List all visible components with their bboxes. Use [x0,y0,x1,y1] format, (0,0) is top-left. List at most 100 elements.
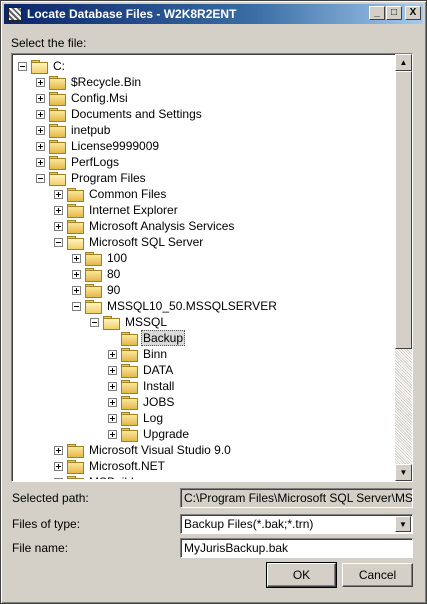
tree-node[interactable]: Internet Explorer [54,202,180,218]
expand-icon[interactable] [108,349,117,359]
file-name-label: File name: [12,541,69,555]
folder-icon [121,364,138,378]
tree-node[interactable]: DATA [108,362,175,378]
folder-icon [67,460,84,474]
files-of-type-value: Backup Files(*.bak;*.trn) [184,517,314,531]
folder-icon [121,396,138,410]
tree-node[interactable]: Log [108,410,165,426]
expand-icon[interactable] [108,365,117,375]
tree-node-label: DATA [143,363,174,377]
collapse-icon[interactable] [72,301,81,311]
tree-node-label: Program Files [71,171,146,185]
tree-node[interactable]: 80 [72,266,122,282]
folder-icon [49,108,66,122]
tree-node-label: PerfLogs [71,155,120,169]
expand-icon[interactable] [72,253,81,263]
expand-icon[interactable] [54,221,63,231]
selected-path-label: Selected path: [12,491,89,505]
tree-node[interactable]: Backup [108,330,186,346]
maximize-button[interactable]: □ [386,6,402,20]
tree-node-label: Internet Explorer [89,203,178,217]
tree-node-label: Binn [143,347,168,361]
tree-node[interactable]: Config.Msi [36,90,130,106]
expand-icon[interactable] [54,445,63,455]
cancel-button[interactable]: Cancel [342,563,413,587]
expand-icon[interactable] [36,157,45,167]
expand-icon[interactable] [108,381,117,391]
collapse-icon[interactable] [36,173,45,183]
collapse-icon[interactable] [54,237,63,247]
expand-icon[interactable] [36,141,45,151]
tree-node-label: Common Files [89,187,167,201]
tree-node[interactable]: Documents and Settings [36,106,204,122]
expand-icon[interactable] [36,93,45,103]
expand-icon[interactable] [72,269,81,279]
tree-node[interactable]: PerfLogs [36,154,121,170]
tree-node[interactable]: Microsoft.NET [54,458,167,474]
expand-icon[interactable] [54,477,63,479]
tree-node[interactable]: MSSQL [90,314,169,330]
tree-node[interactable]: JOBS [108,394,176,410]
files-of-type-select[interactable]: Backup Files(*.bak;*.trn) ▼ [180,514,413,534]
open-folder-icon [103,316,120,330]
collapse-icon[interactable] [18,61,27,71]
tree-node[interactable]: Microsoft Visual Studio 9.0 [54,442,233,458]
tree-node-label: MSSQL10_50.MSSQLSERVER [107,299,277,313]
tree-node[interactable]: Microsoft Analysis Services [54,218,236,234]
close-button[interactable]: X [405,6,421,20]
tree-node-label: $Recycle.Bin [71,75,142,89]
tree-node[interactable]: Binn [108,346,169,362]
folder-icon [85,284,102,298]
tree-node[interactable]: MSBuild [54,474,136,479]
expand-icon[interactable] [54,461,63,471]
folder-icon [67,204,84,218]
tree-node[interactable]: Common Files [54,186,168,202]
folder-icon [85,252,102,266]
tree-node-label: Config.Msi [71,91,128,105]
title-bar[interactable]: Locate Database Files - W2K8R2ENT _ □ X [4,4,423,24]
expand-icon[interactable] [108,413,117,423]
ok-button[interactable]: OK [266,562,337,588]
file-name-input[interactable]: MyJurisBackup.bak [180,538,413,558]
folder-icon [67,188,84,202]
scroll-down-button[interactable]: ▼ [395,464,412,481]
expand-icon[interactable] [54,189,63,199]
open-folder-icon [67,236,84,250]
tree-node[interactable]: inetpub [36,122,112,138]
chevron-down-icon[interactable]: ▼ [395,516,411,532]
tree-node-label: JOBS [143,395,175,409]
expand-icon[interactable] [36,125,45,135]
tree-node[interactable]: License9999009 [36,138,161,154]
expand-icon[interactable] [36,109,45,119]
tree-node-label: 100 [107,251,128,265]
tree-node[interactable]: 100 [72,250,129,266]
tree-node-label: MSSQL [125,315,168,329]
folder-icon [121,428,138,442]
tree-node-label: C: [53,59,65,73]
minimize-button[interactable]: _ [369,6,385,20]
tree-node[interactable]: C: [18,58,67,74]
scroll-up-button[interactable]: ▲ [395,54,412,71]
expand-icon[interactable] [72,285,81,295]
tree-node[interactable]: $Recycle.Bin [36,74,143,90]
tree-node-label: Install [143,379,175,393]
folder-tree[interactable]: C: $Recycle.Bin Config.Msi Documents and Se… [11,53,413,482]
expand-icon[interactable] [54,205,63,215]
folder-icon [67,220,84,234]
tree-node[interactable]: Upgrade [108,426,191,442]
tree-node[interactable]: Install [108,378,176,394]
expand-icon[interactable] [108,397,117,407]
collapse-icon[interactable] [90,317,99,327]
tree-node[interactable]: MSSQL10_50.MSSQLSERVER [72,298,279,314]
vertical-scrollbar[interactable]: ▲ ▼ [395,54,412,481]
folder-icon [49,124,66,138]
tree-node[interactable]: 90 [72,282,122,298]
tree-node[interactable]: Program Files [36,170,148,186]
folder-icon [49,156,66,170]
expand-icon[interactable] [36,77,45,87]
tree-node[interactable]: Microsoft SQL Server [54,234,205,250]
expand-icon[interactable] [108,429,117,439]
tree-content: C: $Recycle.Bin Config.Msi Documents and Se… [14,56,395,479]
scroll-thumb[interactable] [395,71,412,349]
